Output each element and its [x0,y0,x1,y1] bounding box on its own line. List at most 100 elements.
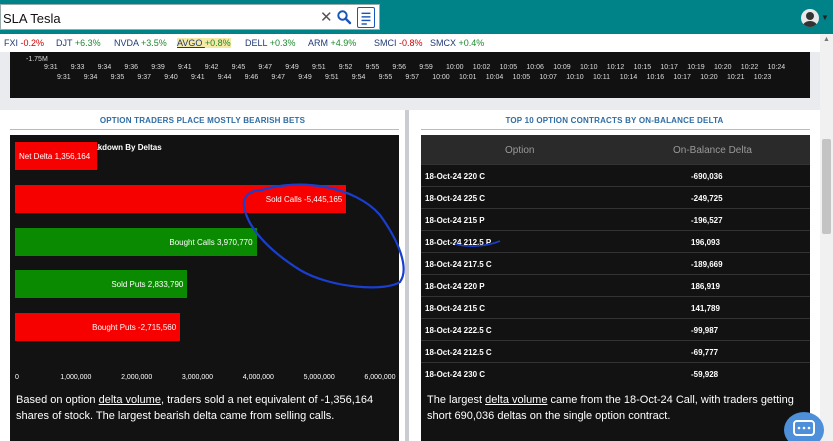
chart-bar[interactable]: Net Delta 1,356,164 [15,142,98,170]
table-row[interactable]: 18-Oct-24 212.5 C -69,777 [421,340,810,362]
x-tick-label: 10:16 [646,74,665,81]
chevron-down-icon[interactable]: ▼ [821,13,829,22]
delta-cell: -189,669 [691,260,723,269]
x-tick-label: 9:34 [83,74,98,81]
table-row[interactable]: 18-Oct-24 217.5 C -189,669 [421,252,810,274]
x-tick-label: 10:19 [687,64,705,71]
bar-label: Net Delta 1,356,164 [19,151,91,161]
ticker-symbol: NVDA [114,38,142,48]
ticker-fxi[interactable]: FXI -0.2% [4,38,44,48]
divider [421,129,810,130]
delta-cell: -99,987 [691,326,719,335]
x-axis-row-2: 9:31 9:34 9:35 9:37 9:40 9:41 9:44 9:46 9:47 9:49… [10,74,810,83]
option-cell: 18-Oct-24 215 P [425,216,485,225]
column-header-option[interactable]: Option [505,145,534,156]
search-input[interactable]: SLA Tesla ✕ [0,4,380,30]
x-tick-label: 10:07 [539,74,557,81]
bar-label: Sold Calls -5,445,165 [265,194,343,204]
table-row[interactable]: 18-Oct-24 215 C 141,789 [421,296,810,318]
x-tick-label: 9:51 [325,74,339,81]
scrollbar-thumb[interactable] [822,139,831,234]
x-tick-label: 10:05 [512,74,531,81]
chart-bar[interactable]: Sold Calls -5,445,165 [15,185,347,213]
delta-volume-link[interactable]: delta volume [485,394,547,406]
chart-caption: Based on option delta volume, traders so… [16,392,396,424]
search-icon[interactable] [336,9,352,25]
x-tick-label: 0 [15,374,19,381]
x-tick-label: 10:17 [660,64,678,71]
ticker-symbol: DJT [56,38,75,48]
table-row[interactable]: 18-Oct-24 212.5 P 196,093 [421,230,810,252]
chat-icon [793,420,815,436]
x-tick-label: 10:24 [767,64,786,71]
ticker-smci[interactable]: SMCI -0.8% [374,38,423,48]
ticker-smcx[interactable]: SMCX +0.4% [430,38,484,48]
x-tick-label: 9:54 [351,74,366,81]
chart-bar[interactable]: Bought Puts -2,715,560 [15,313,181,341]
x-tick-label: 9:59 [419,64,433,71]
document-icon[interactable] [357,7,375,28]
ticker-nvda[interactable]: NVDA +3.5% [114,38,167,48]
delta-volume-link[interactable]: delta volume [99,394,161,406]
bar-label: Bought Puts -2,715,560 [92,322,177,332]
panel-title: OPTION TRADERS PLACE MOSTLY BEARISH BETS [99,116,306,125]
ticker-change: -0.2% [20,38,45,48]
delta-cell: -196,527 [691,216,723,225]
x-tick-label: 9:42 [204,64,219,71]
x-tick-label: 10:20 [700,74,718,81]
bearish-bets-panel: OPTION TRADERS PLACE MOSTLY BEARISH BETS… [0,110,405,441]
table-row[interactable]: 18-Oct-24 220 P 186,919 [421,274,810,296]
ticker-avgo[interactable]: AVGO +0.8% [177,38,231,48]
delta-cell: 141,789 [691,304,720,313]
x-tick-label: 10:00 [432,74,450,81]
x-tick-label: 10:10 [580,64,598,71]
table-row[interactable]: 18-Oct-24 225 C -249,725 [421,186,810,208]
x-tick-label: 10:14 [619,74,638,81]
x-tick-label: 9:37 [137,74,152,81]
option-cell: 18-Oct-24 220 C [425,172,486,181]
table-row[interactable]: 18-Oct-24 230 C -59,928 [421,362,810,384]
x-tick-label: 9:31 [44,64,58,71]
chart-bar[interactable]: Bought Calls 3,970,770 [15,228,257,256]
x-tick-label: 10:12 [606,64,625,71]
divider [10,129,399,130]
ticker-arm[interactable]: ARM +4.9% [308,38,356,48]
x-tick-label: 9:33 [70,64,85,71]
x-tick-label: 10:02 [472,64,491,71]
ticker-symbol: DELL [245,38,270,48]
scrollbar[interactable]: ▲ [820,34,833,441]
ticker-dell[interactable]: DELL +0.3% [245,38,295,48]
x-tick-label: 10:23 [753,74,772,81]
option-cell: 18-Oct-24 222.5 C [425,326,492,335]
close-icon[interactable]: ✕ [320,8,333,26]
panel-title: TOP 10 OPTION CONTRACTS BY ON-BALANCE DE… [505,116,724,125]
table-row[interactable]: 18-Oct-24 215 P -196,527 [421,208,810,230]
table-row[interactable]: 18-Oct-24 220 C -690,036 [421,164,810,186]
chart-bar[interactable]: Sold Puts 2,833,790 [15,270,188,298]
table-row[interactable]: 18-Oct-24 222.5 C -99,987 [421,318,810,340]
x-tick-label: 10:01 [459,74,477,81]
option-cell: 18-Oct-24 225 C [425,194,486,203]
x-tick-label: 10:10 [566,74,584,81]
x-tick-label: 9:49 [298,74,312,81]
x-tick-label: 10:09 [553,64,571,71]
scroll-up-icon[interactable]: ▲ [823,36,830,43]
ticker-symbol: SMCI [374,38,400,48]
option-cell: 18-Oct-24 217.5 C [425,260,492,269]
avatar[interactable] [801,9,819,27]
x-tick-label: 9:34 [97,64,112,71]
ticker-strip: FXI -0.2% DJT +6.3% NVDA +3.5% AVGO +0.8% DE… [0,34,833,52]
ticker-change: +0.4% [458,38,485,48]
ticker-djt[interactable]: DJT +6.3% [56,38,101,48]
x-tick-label: 9:51 [312,64,326,71]
delta-cell: -249,725 [691,194,723,203]
x-tick-label: 4,000,000 [242,374,274,381]
x-tick-label: 9:35 [110,74,125,81]
delta-cell: -59,928 [691,370,719,379]
delta-cell: -69,777 [691,348,719,357]
x-tick-label: 2,000,000 [121,374,153,381]
column-header-delta[interactable]: On-Balance Delta [673,145,752,156]
x-tick-label: 6,000,000 [364,374,396,381]
x-tick-label: 3,000,000 [181,374,214,381]
chat-button[interactable] [784,412,824,441]
